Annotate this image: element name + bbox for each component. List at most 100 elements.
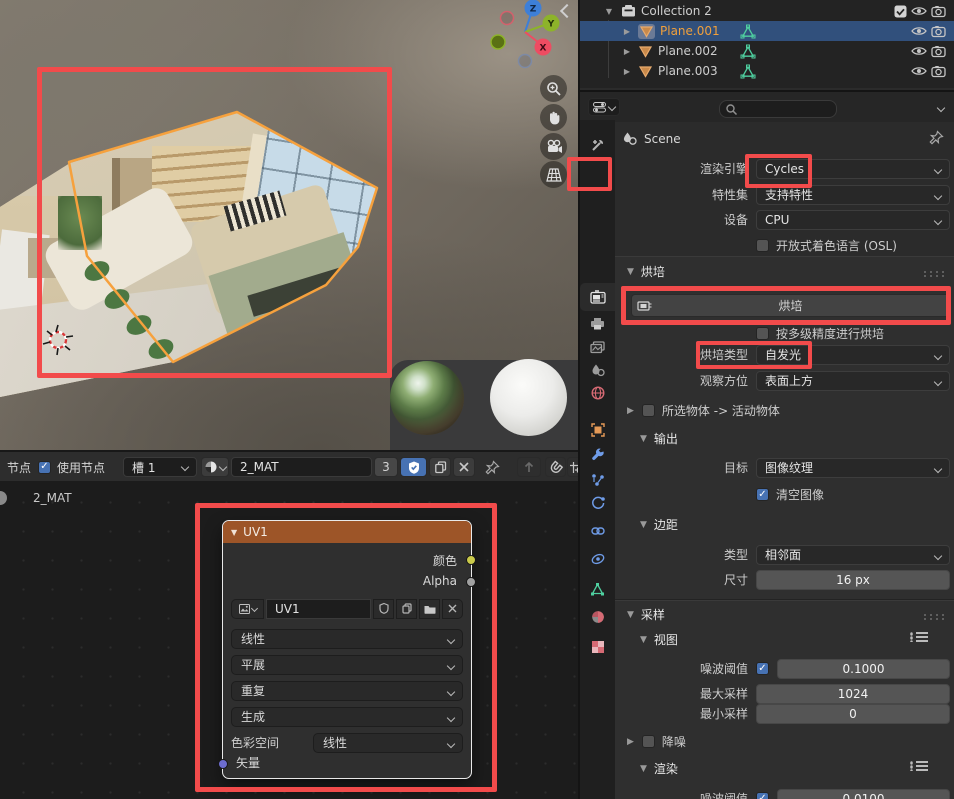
- bake-section-header[interactable]: ▼ 烘培: [627, 263, 665, 280]
- margin-size-slider[interactable]: 16 px: [756, 570, 950, 590]
- max-samples-slider[interactable]: 1024: [756, 684, 950, 704]
- mesh-data-icon[interactable]: [740, 44, 756, 59]
- viewport-sampling-header[interactable]: ▼ 视图: [640, 631, 678, 648]
- render-engine-dropdown[interactable]: Cycles: [756, 159, 950, 179]
- image-fake-user-button[interactable]: [373, 599, 394, 619]
- checkbox-icon[interactable]: [894, 5, 907, 18]
- camera-view-button[interactable]: [540, 133, 567, 160]
- sampling-section-header[interactable]: ▼ 采样: [627, 606, 665, 623]
- feature-set-dropdown[interactable]: 支持特性: [756, 185, 950, 205]
- gizmo-neg-x[interactable]: [501, 12, 514, 25]
- outliner-row-plane003[interactable]: ▶ Plane.003: [580, 61, 954, 81]
- noise-threshold-checkbox[interactable]: ✓: [756, 662, 769, 675]
- snap-toggle-button[interactable]: [545, 457, 566, 477]
- mesh-data-icon[interactable]: [740, 24, 756, 39]
- image-open-button[interactable]: [419, 599, 440, 619]
- eye-icon[interactable]: [911, 25, 927, 37]
- mesh-data-icon[interactable]: [740, 64, 756, 79]
- image-texture-node[interactable]: ▼ UV1 颜色 Alpha UV1: [222, 520, 472, 779]
- render-noise-threshold-slider[interactable]: 0.0100: [777, 789, 950, 799]
- unlink-material-button[interactable]: [453, 457, 475, 477]
- editor-type-button[interactable]: [588, 98, 620, 116]
- collection-name[interactable]: Collection 2: [641, 4, 712, 18]
- breadcrumb-scene[interactable]: Scene: [644, 132, 681, 146]
- render-sampling-header[interactable]: ▼ 渲染: [640, 760, 678, 777]
- camera-toggle-icon[interactable]: [931, 45, 946, 57]
- pin-icon[interactable]: [929, 130, 944, 145]
- preset-menu-icon[interactable]: [910, 632, 928, 642]
- tab-modifiers[interactable]: [580, 442, 615, 468]
- node-header[interactable]: ▼ UV1: [223, 521, 471, 543]
- bake-type-dropdown[interactable]: 自发光: [756, 345, 950, 365]
- tab-render[interactable]: [580, 283, 615, 311]
- image-copy-button[interactable]: [396, 599, 417, 619]
- camera-toggle-icon[interactable]: [931, 5, 946, 17]
- color-output-socket[interactable]: [466, 555, 476, 565]
- preset-menu-icon[interactable]: [910, 761, 928, 771]
- panel-drag-handle-icon[interactable]: [922, 270, 944, 277]
- vector-input-socket[interactable]: [218, 759, 228, 769]
- tab-forcefield[interactable]: [580, 546, 615, 572]
- noise-threshold-slider[interactable]: 0.1000: [777, 659, 950, 679]
- tab-material[interactable]: [580, 604, 615, 630]
- denoise-checkbox[interactable]: [642, 735, 655, 748]
- selected-to-active-row[interactable]: ▶ 所选物体 -> 活动物体: [627, 400, 954, 421]
- min-samples-slider[interactable]: 0: [756, 704, 950, 724]
- eye-icon[interactable]: [911, 45, 927, 57]
- material-users-button[interactable]: 3: [374, 457, 398, 477]
- material-browse-button[interactable]: [201, 457, 229, 477]
- duplicate-material-button[interactable]: [429, 457, 451, 477]
- image-name-field[interactable]: UV1: [266, 599, 371, 619]
- tab-object[interactable]: [580, 417, 615, 443]
- outliner-row-plane001[interactable]: ▶ Plane.001: [580, 21, 954, 41]
- properties-search-input[interactable]: [719, 100, 837, 118]
- panel-drag-handle-icon[interactable]: [922, 613, 944, 620]
- margin-subsection-header[interactable]: ▼ 边距: [640, 516, 678, 533]
- eye-icon[interactable]: [911, 5, 927, 17]
- camera-toggle-icon[interactable]: [931, 25, 946, 37]
- tab-object-data[interactable]: [580, 576, 615, 602]
- device-dropdown[interactable]: CPU: [756, 210, 950, 230]
- output-subsection-header[interactable]: ▼ 输出: [640, 430, 678, 447]
- eye-icon[interactable]: [911, 65, 927, 77]
- collection-row[interactable]: ▼ Collection 2: [580, 1, 954, 21]
- tab-world[interactable]: [580, 380, 615, 406]
- selected-to-active-checkbox[interactable]: [642, 404, 655, 417]
- zoom-button[interactable]: [540, 75, 567, 102]
- expand-icon[interactable]: ▶: [621, 27, 633, 36]
- interpolation-dropdown[interactable]: 线性: [231, 629, 463, 649]
- expand-icon[interactable]: ▶: [621, 67, 633, 76]
- tab-constraints[interactable]: [580, 518, 615, 544]
- clear-image-checkbox[interactable]: ✓: [756, 488, 769, 501]
- pan-button[interactable]: [540, 104, 567, 131]
- image-browse-button[interactable]: [231, 599, 264, 619]
- render-noise-threshold-checkbox[interactable]: ✓: [756, 792, 769, 799]
- object-name[interactable]: Plane.002: [658, 44, 718, 58]
- expand-icon[interactable]: ▼: [603, 7, 615, 16]
- outliner-row-plane002[interactable]: ▶ Plane.002: [580, 41, 954, 61]
- expand-icon[interactable]: ▶: [621, 47, 633, 56]
- navigation-gizmo[interactable]: Z Y X: [490, 0, 562, 72]
- viewport-3d[interactable]: Z Y X: [0, 0, 578, 450]
- slot-dropdown[interactable]: 槽 1: [123, 457, 197, 477]
- image-unlink-button[interactable]: [442, 599, 463, 619]
- gizmo-neg-y[interactable]: [491, 35, 505, 49]
- node-collapse-icon[interactable]: ▼: [231, 528, 237, 537]
- object-name[interactable]: Plane.003: [658, 64, 718, 78]
- orthographic-toggle-button[interactable]: [540, 161, 567, 188]
- margin-type-dropdown[interactable]: 相邻面: [756, 545, 950, 565]
- tab-texture[interactable]: [580, 634, 615, 660]
- use-nodes-checkbox[interactable]: ✓: [38, 457, 51, 477]
- projection-dropdown[interactable]: 平展: [231, 655, 463, 675]
- material-name-field[interactable]: 2_MAT: [231, 457, 372, 477]
- shader-node-editor[interactable]: 2_MAT ▼ UV1 颜色 Alpha UV1: [0, 481, 578, 799]
- gizmo-neg-z[interactable]: [519, 55, 532, 68]
- header-menu-chevron-icon[interactable]: [937, 104, 945, 112]
- osl-checkbox[interactable]: [756, 239, 769, 252]
- tab-output[interactable]: [580, 310, 615, 336]
- source-dropdown[interactable]: 生成: [231, 707, 463, 727]
- alpha-output-socket[interactable]: [466, 577, 476, 587]
- tab-tool[interactable]: [580, 132, 615, 158]
- snap-target-dropdown[interactable]: [567, 457, 578, 477]
- multires-checkbox[interactable]: [756, 327, 769, 340]
